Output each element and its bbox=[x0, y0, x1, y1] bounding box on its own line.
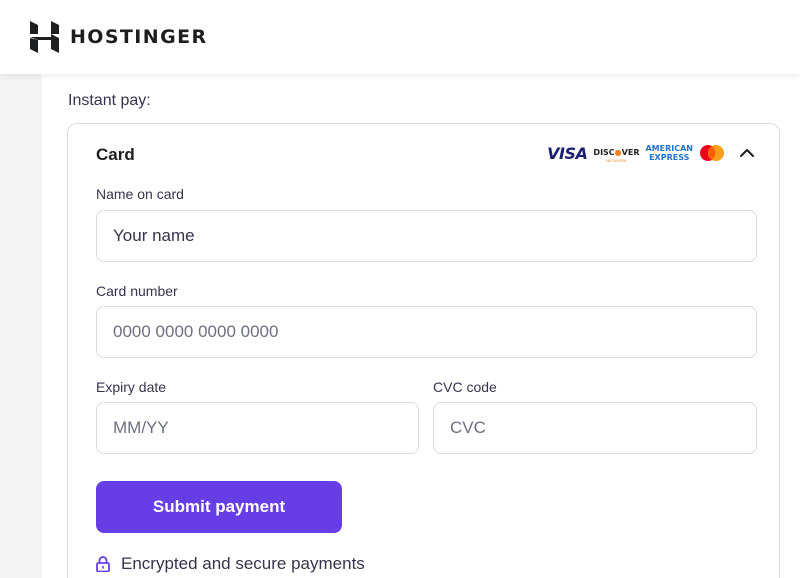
cvc-code-input[interactable] bbox=[433, 402, 757, 454]
lock-icon bbox=[96, 556, 110, 572]
discover-logo: DISC●VER NETWORK bbox=[593, 148, 640, 163]
mastercard-icon bbox=[700, 145, 724, 161]
top-header: HOSTINGER bbox=[0, 0, 800, 74]
secure-payments-text: Encrypted and secure payments bbox=[121, 554, 365, 573]
card-payment-box: Card VISA DISC●VER NETWORK AMERICAN EXPR… bbox=[67, 123, 780, 578]
card-number-input[interactable] bbox=[96, 306, 757, 358]
expiry-date-label: Expiry date bbox=[96, 379, 167, 395]
amex-logo: AMERICAN EXPRESS bbox=[645, 144, 693, 162]
payment-panel: Instant pay: Card VISA DISC●VER NETWORK … bbox=[42, 74, 800, 578]
name-on-card-input[interactable] bbox=[96, 210, 757, 262]
card-number-label: Card number bbox=[96, 283, 178, 299]
name-on-card-label: Name on card bbox=[96, 186, 184, 202]
submit-payment-button[interactable]: Submit payment bbox=[96, 481, 342, 533]
expiry-date-input[interactable] bbox=[96, 402, 419, 454]
card-brands: VISA DISC●VER NETWORK AMERICAN EXPRESS bbox=[547, 140, 755, 166]
chevron-up-icon[interactable] bbox=[739, 145, 755, 161]
instant-pay-label: Instant pay: bbox=[68, 92, 151, 109]
secure-payments-note: Encrypted and secure payments bbox=[96, 554, 365, 574]
brand-name: HOSTINGER bbox=[70, 26, 208, 48]
card-title: Card bbox=[96, 145, 135, 164]
cvc-code-label: CVC code bbox=[433, 379, 497, 395]
visa-logo: VISA bbox=[547, 143, 588, 163]
hostinger-logo-icon[interactable] bbox=[30, 21, 59, 53]
